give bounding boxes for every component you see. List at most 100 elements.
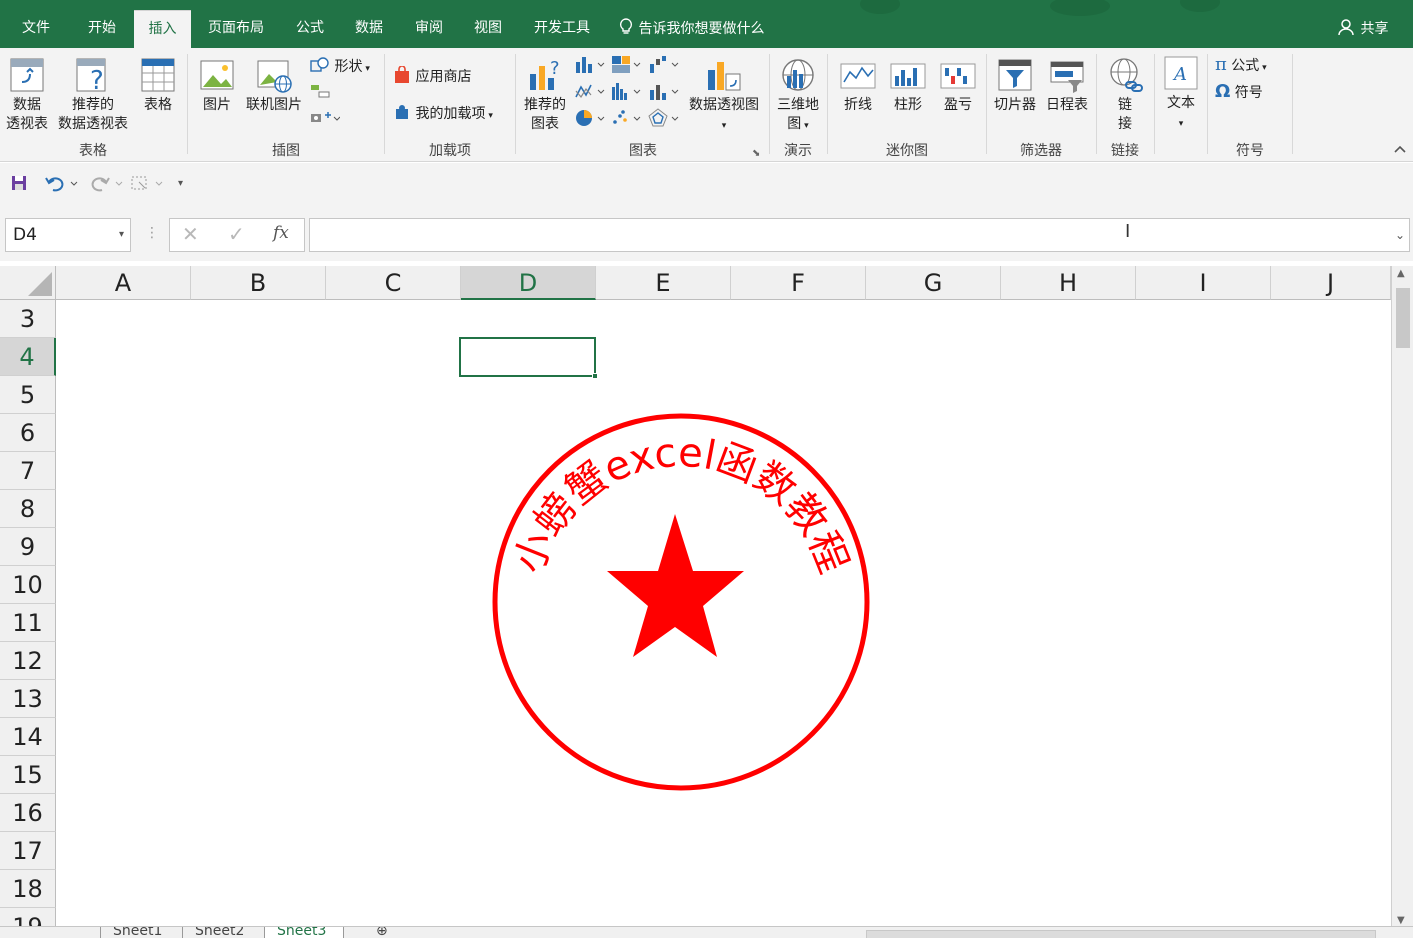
row-header-3[interactable]: 3 bbox=[0, 300, 56, 338]
column-header-a[interactable]: A bbox=[56, 266, 191, 300]
link-button[interactable]: 链 接 bbox=[1102, 56, 1148, 134]
column-header-g[interactable]: G bbox=[866, 266, 1001, 300]
tab-insert[interactable]: 插入 bbox=[134, 10, 191, 48]
chevron-down-icon[interactable]: ⌄ bbox=[1395, 219, 1405, 251]
combo-chart-button[interactable] bbox=[648, 81, 680, 107]
picture-button[interactable]: 图片 bbox=[196, 56, 238, 115]
tab-file[interactable]: 文件 bbox=[12, 10, 60, 48]
undo-button[interactable] bbox=[45, 174, 79, 198]
column-header-h[interactable]: H bbox=[1001, 266, 1136, 300]
sheet-tab-2[interactable]: Sheet2 bbox=[182, 927, 262, 938]
column-header-j[interactable]: J bbox=[1271, 266, 1391, 300]
name-box[interactable]: D4 ▾ bbox=[5, 218, 131, 252]
tab-page-layout[interactable]: 页面布局 bbox=[198, 10, 274, 48]
row-header-8[interactable]: 8 bbox=[0, 490, 56, 528]
statistic-chart-button[interactable] bbox=[610, 81, 642, 107]
save-button[interactable] bbox=[10, 174, 28, 198]
hierarchy-chart-button[interactable] bbox=[610, 54, 642, 80]
group-separator bbox=[1154, 54, 1155, 154]
row-header-7[interactable]: 7 bbox=[0, 452, 56, 490]
tab-formulas[interactable]: 公式 bbox=[286, 10, 334, 48]
column-header-i[interactable]: I bbox=[1136, 266, 1271, 300]
tab-data[interactable]: 数据 bbox=[344, 10, 394, 48]
pivot-table-button[interactable]: 数据 透视表 bbox=[4, 56, 50, 134]
symbol-button[interactable]: Ω 符号 bbox=[1215, 82, 1263, 103]
spreadsheet-grid: ABCDEFGHIJ 345678910111213141516171819 小… bbox=[0, 261, 1413, 938]
online-picture-button[interactable]: 联机图片 bbox=[242, 56, 306, 115]
pivot-chart-button[interactable]: 数据透视图 ▾ bbox=[684, 56, 764, 136]
customize-qat-button[interactable]: ▾ bbox=[178, 174, 183, 194]
symbol-label: 符号 bbox=[1234, 85, 1263, 101]
cancel-icon[interactable]: ✕ bbox=[182, 222, 199, 246]
smartart-button[interactable] bbox=[310, 83, 330, 105]
share-button[interactable]: 共享 bbox=[1338, 10, 1388, 48]
text-button[interactable]: A 文本 ▾ bbox=[1158, 54, 1204, 134]
row-header-5[interactable]: 5 bbox=[0, 376, 56, 414]
my-addins-button[interactable]: 我的加载项 ▾ bbox=[393, 103, 493, 126]
row-header-15[interactable]: 15 bbox=[0, 756, 56, 794]
column-header-f[interactable]: F bbox=[731, 266, 866, 300]
fill-handle[interactable] bbox=[592, 373, 598, 379]
row-header-18[interactable]: 18 bbox=[0, 870, 56, 908]
sparkline-winloss-button[interactable]: 盈亏 bbox=[936, 56, 980, 115]
row-header-9[interactable]: 9 bbox=[0, 528, 56, 566]
column-chart-button[interactable] bbox=[574, 54, 606, 80]
recommended-pivot-button[interactable]: ? 推荐的 数据透视表 bbox=[53, 56, 133, 134]
recommended-charts-button[interactable]: ? 推荐的 图表 bbox=[520, 56, 570, 134]
ribbon: 数据 透视表 ? 推荐的 数据透视表 表格 表格 图片 联机图片 形状 ▾ 插图… bbox=[0, 48, 1413, 162]
3d-map-button[interactable]: 三维地 图 ▾ bbox=[772, 56, 824, 136]
line-chart-button[interactable] bbox=[574, 81, 606, 107]
scroll-thumb[interactable] bbox=[1396, 288, 1410, 348]
sparkline-line-button[interactable]: 折线 bbox=[836, 56, 880, 115]
formula-input[interactable]: I ⌄ bbox=[309, 218, 1410, 252]
row-header-4[interactable]: 4 bbox=[0, 338, 56, 376]
row-header-16[interactable]: 16 bbox=[0, 794, 56, 832]
sheet-tab-3[interactable]: Sheet3 bbox=[264, 927, 344, 938]
tab-developer[interactable]: 开发工具 bbox=[524, 10, 600, 48]
select-objects-button[interactable] bbox=[130, 174, 164, 198]
shapes-button[interactable]: 形状 ▾ bbox=[310, 56, 370, 79]
tab-home[interactable]: 开始 bbox=[78, 10, 126, 48]
row-header-12[interactable]: 12 bbox=[0, 642, 56, 680]
scroll-up-arrow-icon[interactable]: ▲ bbox=[1397, 268, 1405, 279]
redo-button[interactable] bbox=[90, 174, 124, 198]
new-sheet-icon[interactable]: ⊕ bbox=[376, 927, 388, 938]
insert-function-icon[interactable]: fx bbox=[273, 223, 289, 243]
row-header-17[interactable]: 17 bbox=[0, 832, 56, 870]
group-label-charts: 图表 bbox=[629, 143, 657, 159]
timeline-button[interactable]: 日程表 bbox=[1042, 56, 1092, 115]
column-header-c[interactable]: C bbox=[326, 266, 461, 300]
app-store-button[interactable]: 应用商店 bbox=[393, 65, 471, 87]
enter-icon[interactable]: ✓ bbox=[228, 222, 245, 246]
screenshot-button[interactable] bbox=[310, 110, 341, 130]
column-header-e[interactable]: E bbox=[596, 266, 731, 300]
waterfall-chart-button[interactable] bbox=[648, 54, 680, 80]
row-header-13[interactable]: 13 bbox=[0, 680, 56, 718]
chevron-down-icon[interactable]: ▾ bbox=[119, 219, 124, 251]
column-header-d[interactable]: D bbox=[461, 266, 596, 300]
collapse-ribbon-button[interactable] bbox=[1393, 140, 1407, 160]
sheet-tab-1[interactable]: Sheet1 bbox=[100, 927, 180, 938]
equation-button[interactable]: π 公式 ▾ bbox=[1215, 55, 1267, 78]
column-header-b[interactable]: B bbox=[191, 266, 326, 300]
row-header-10[interactable]: 10 bbox=[0, 566, 56, 604]
select-all-button[interactable] bbox=[0, 266, 56, 300]
vertical-scrollbar[interactable]: ▲ ▼ bbox=[1391, 266, 1413, 926]
tab-review[interactable]: 审阅 bbox=[404, 10, 454, 48]
scroll-down-arrow-icon[interactable]: ▼ bbox=[1397, 915, 1405, 926]
pie-chart-button[interactable] bbox=[574, 108, 606, 134]
sparkline-column-button[interactable]: 柱形 bbox=[886, 56, 930, 115]
scatter-chart-button[interactable] bbox=[610, 108, 642, 134]
row-header-14[interactable]: 14 bbox=[0, 718, 56, 756]
row-header-6[interactable]: 6 bbox=[0, 414, 56, 452]
slicer-button[interactable]: 切片器 bbox=[990, 56, 1040, 115]
tab-view[interactable]: 视图 bbox=[463, 10, 513, 48]
tell-me-box[interactable]: 告诉我你想要做什么 bbox=[618, 10, 764, 48]
chart-dialog-launcher[interactable]: ⬊ bbox=[752, 144, 760, 164]
radar-chart-button[interactable] bbox=[648, 108, 680, 134]
table-button[interactable]: 表格 bbox=[136, 56, 180, 115]
seal-stamp[interactable]: 小螃蟹excel函数教程 bbox=[488, 409, 874, 795]
selected-cell-d4[interactable] bbox=[459, 337, 596, 377]
row-header-11[interactable]: 11 bbox=[0, 604, 56, 642]
horizontal-scrollbar[interactable] bbox=[866, 930, 1376, 938]
